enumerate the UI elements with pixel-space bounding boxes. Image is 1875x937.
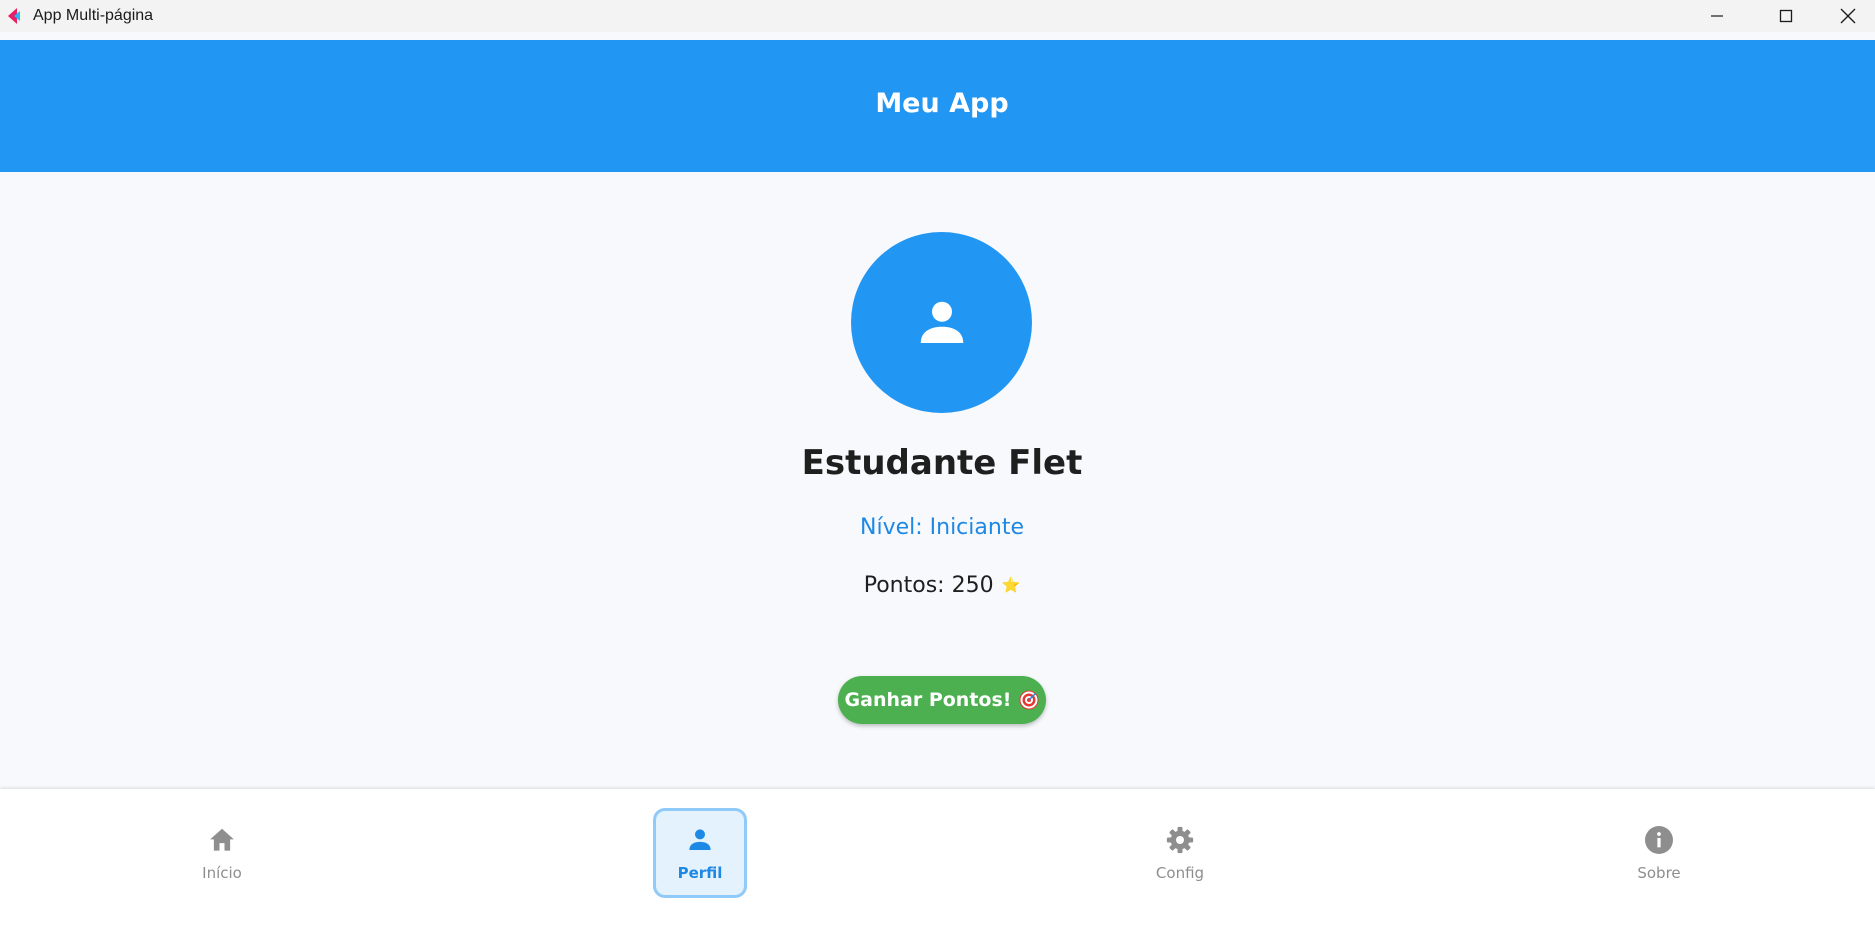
nav-label-inicio: Início bbox=[202, 864, 242, 882]
window-title: App Multi-página bbox=[33, 7, 154, 24]
window-titlebar: App Multi-página bbox=[0, 0, 1875, 32]
minimize-button[interactable] bbox=[1683, 0, 1751, 32]
profile-level: Nível: Iniciante bbox=[860, 515, 1024, 540]
info-icon bbox=[1645, 826, 1673, 854]
points-text: Pontos: 250 bbox=[863, 573, 994, 598]
person-icon bbox=[689, 829, 711, 850]
flet-logo-icon bbox=[8, 8, 20, 24]
gear-icon bbox=[1166, 826, 1194, 854]
maximize-icon bbox=[1779, 9, 1793, 23]
nav-item-inicio[interactable]: Início bbox=[175, 808, 269, 898]
nav-label-perfil: Perfil bbox=[677, 864, 723, 882]
profile-points: Pontos: 250 ⭐ bbox=[0, 569, 1875, 602]
bottom-navigation: Início Perfil Config Sobre bbox=[0, 789, 1875, 937]
target-icon bbox=[1019, 690, 1039, 710]
nav-item-perfil[interactable]: Perfil bbox=[653, 808, 747, 898]
nav-label-sobre: Sobre bbox=[1637, 864, 1681, 882]
app-window: App Multi-página Meu App Estudante Flet … bbox=[0, 0, 1875, 937]
minimize-icon bbox=[1711, 15, 1723, 17]
nav-label-config: Config bbox=[1155, 864, 1205, 882]
home-icon bbox=[210, 828, 234, 851]
close-button[interactable] bbox=[1820, 0, 1875, 32]
earn-points-button[interactable]: Ganhar Pontos! bbox=[838, 676, 1046, 724]
close-icon bbox=[1840, 8, 1855, 24]
app-bar-title: Meu App bbox=[875, 88, 1009, 119]
nav-item-sobre[interactable]: Sobre bbox=[1612, 808, 1706, 898]
nav-item-config[interactable]: Config bbox=[1133, 808, 1227, 898]
profile-name: Estudante Flet bbox=[801, 443, 1083, 483]
profile-avatar bbox=[851, 232, 1032, 413]
earn-points-label: Ganhar Pontos! bbox=[844, 689, 1012, 711]
star-icon: ⭐ bbox=[1001, 576, 1021, 594]
person-icon bbox=[920, 301, 963, 343]
maximize-button[interactable] bbox=[1752, 0, 1820, 32]
